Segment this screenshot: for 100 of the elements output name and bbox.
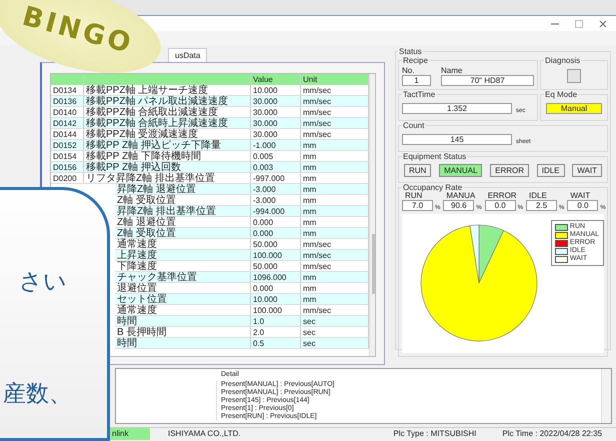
table-cell: B 長押時間: [115, 327, 251, 337]
table-row[interactable]: 通常速度 50.000 mm/sec: [115, 239, 369, 250]
table-cell: Z軸 退避位置: [115, 217, 251, 227]
table-cell: 退避位置: [115, 283, 251, 293]
rate-label: RUN: [405, 192, 422, 200]
recipe-name-field[interactable]: 70" HD87: [441, 75, 534, 86]
table-cell: 0.5: [251, 338, 301, 348]
table-row[interactable]: D0134 移載PPZ軸 上端サーチ速度 10.000 mm/sec: [51, 85, 369, 96]
table-cell: 移載PP Z軸 押込回数: [84, 162, 251, 172]
table-cell: 通常速度: [115, 305, 251, 315]
table-row[interactable]: Z軸 退避位置 0.000 mm: [115, 217, 369, 228]
rate-field[interactable]: 0.0: [484, 200, 516, 211]
table-cell: D0136: [51, 96, 84, 106]
table-row[interactable]: 時間 0.5 sec: [115, 338, 369, 349]
table-row[interactable]: D0154 移載PP Z軸 下降待機時間 0.005 mm: [51, 151, 369, 162]
status-button[interactable]: WAIT: [572, 164, 602, 177]
status-button[interactable]: ERROR: [490, 164, 530, 177]
tact-time-field[interactable]: 1.352: [402, 103, 512, 114]
maximize-icon[interactable]: [574, 18, 584, 28]
table-row[interactable]: D0142 移載PPZ軸 合紙時上昇減速速度 30.000 mm/sec: [51, 118, 369, 129]
table-row[interactable]: セット位置 10.000 mm: [115, 294, 369, 305]
tab[interactable]: usData: [168, 48, 208, 62]
table-row[interactable]: Z軸 受取位置 -3.000 mm: [115, 195, 369, 206]
table-cell: 0.000: [251, 217, 301, 227]
logo-text: BINGO: [19, 0, 137, 60]
table-cell: D0140: [51, 107, 84, 117]
table-cell: 昇降Z軸 退避位置: [115, 184, 251, 194]
table-row[interactable]: D0152 移載PP Z軸 押込ピッチ下降量 -1.000 mm: [51, 140, 369, 151]
table-row[interactable]: B 長押時間 2.0 sec: [115, 327, 369, 338]
table-row[interactable]: 通常速度 100.000 mm/sec: [115, 305, 369, 316]
table-row[interactable]: Z軸 受取位置 0.000 mm: [115, 228, 369, 239]
table-cell: 50.000: [251, 239, 301, 249]
table-cell: D0200: [51, 173, 84, 183]
status-text: Plc Type : MITSUBISHI: [392, 428, 478, 440]
table-cell: D0134: [51, 85, 84, 95]
table-cell: D0154: [51, 151, 84, 161]
scrollbar[interactable]: [369, 74, 375, 356]
table-cell: 0.003: [251, 162, 301, 172]
group-title: Equipment Status: [402, 152, 468, 161]
rate-label: MANUA: [445, 192, 476, 200]
status-button[interactable]: MANUAL: [439, 164, 482, 177]
table-cell: -3.000: [251, 184, 301, 194]
group-title: TactTime: [402, 90, 436, 99]
table-cell: 移載PP Z軸 押込ピッチ下降量: [84, 140, 251, 150]
scrollbar[interactable]: [601, 369, 611, 423]
table-row[interactable]: 時間 1.0 sec: [115, 316, 369, 327]
table-cell: 30.000: [251, 107, 301, 117]
table-cell: D0144: [51, 129, 84, 139]
table-cell: 0.005: [251, 151, 301, 161]
table-cell: D0152: [51, 140, 84, 150]
table-row[interactable]: D0140 移載PPZ軸 合紙取出減速速度 30.000 mm/sec: [51, 107, 369, 118]
table-row[interactable]: チャック基準位置 1096.000 mm: [115, 272, 369, 283]
close-icon[interactable]: [598, 18, 608, 28]
rate-field[interactable]: 7.0: [402, 200, 433, 211]
group-title: Status: [398, 47, 423, 56]
rate-label: ERROR: [486, 192, 518, 200]
table-cell: -997.000: [251, 173, 301, 183]
status-button[interactable]: RUN: [404, 164, 432, 177]
table-cell: チャック基準位置: [115, 272, 251, 282]
table-cell: Z軸 受取位置: [115, 195, 251, 205]
status-button[interactable]: IDLE: [536, 164, 565, 177]
status-text: nlink: [108, 428, 150, 440]
table-cell: リフタ昇降Z軸 排出基準位置: [84, 173, 251, 183]
table-cell: 時間: [115, 316, 251, 326]
count-field[interactable]: 145: [402, 134, 512, 145]
table-cell: 30.000: [251, 96, 301, 106]
rate-field[interactable]: 2.5: [526, 200, 558, 211]
group-title: Recipe: [402, 56, 429, 65]
table-cell: 50.000: [251, 261, 301, 271]
table-cell: Z軸 受取位置: [115, 228, 251, 238]
table-cell: 0.000: [251, 283, 301, 293]
group-title: Count: [402, 121, 426, 130]
table-cell: 0.000: [251, 228, 301, 238]
table-row[interactable]: D0200 リフタ昇降Z軸 排出基準位置 -997.000 mm: [51, 173, 369, 184]
callout-text: 産数、: [3, 380, 73, 408]
table-cell: 移載PPZ軸 上端サーチ速度: [84, 85, 251, 95]
table-row[interactable]: 昇降Z軸 排出基準位置 -994.000 mm: [115, 206, 369, 217]
callout-text: さい: [19, 268, 68, 296]
table-cell: 2.0: [251, 327, 301, 337]
table-cell: 100.000: [251, 250, 301, 260]
table-row[interactable]: 上昇速度 100.000 mm/sec: [115, 250, 369, 261]
table-row[interactable]: D0144 移載PPZ軸 受渡減速速度 30.000 mm/sec: [51, 129, 369, 140]
rate-field[interactable]: 0.0: [567, 200, 598, 211]
table-cell: D0142: [51, 118, 84, 128]
table-cell: 移載PPZ軸 合紙取出減速速度: [84, 107, 251, 117]
table-cell: 移載PPZ軸 パネル取出減速速度: [84, 96, 251, 106]
table-row[interactable]: 下降速度 50.000 mm/sec: [115, 261, 369, 272]
rate-label: IDLE: [528, 192, 548, 200]
table-cell: -1.000: [251, 140, 301, 150]
table-row[interactable]: 退避位置 0.000 mm: [115, 283, 369, 294]
recipe-no-field[interactable]: 1: [402, 75, 431, 86]
table-cell: D0156: [51, 162, 84, 172]
rate-field[interactable]: 90.6: [443, 200, 474, 211]
table-cell: 通常速度: [115, 239, 251, 249]
table-cell: 1096.000: [251, 272, 301, 282]
table-row[interactable]: D0136 移載PPZ軸 パネル取出減速速度 30.000 mm/sec: [51, 96, 369, 107]
table-row[interactable]: 昇降Z軸 退避位置 -3.000 mm: [115, 184, 369, 195]
table-cell: 移載PPZ軸 受渡減速速度: [84, 129, 251, 139]
mode-indicator: Manual: [546, 103, 602, 114]
table-row[interactable]: D0156 移載PP Z軸 押込回数 0.003 mm: [51, 162, 369, 173]
